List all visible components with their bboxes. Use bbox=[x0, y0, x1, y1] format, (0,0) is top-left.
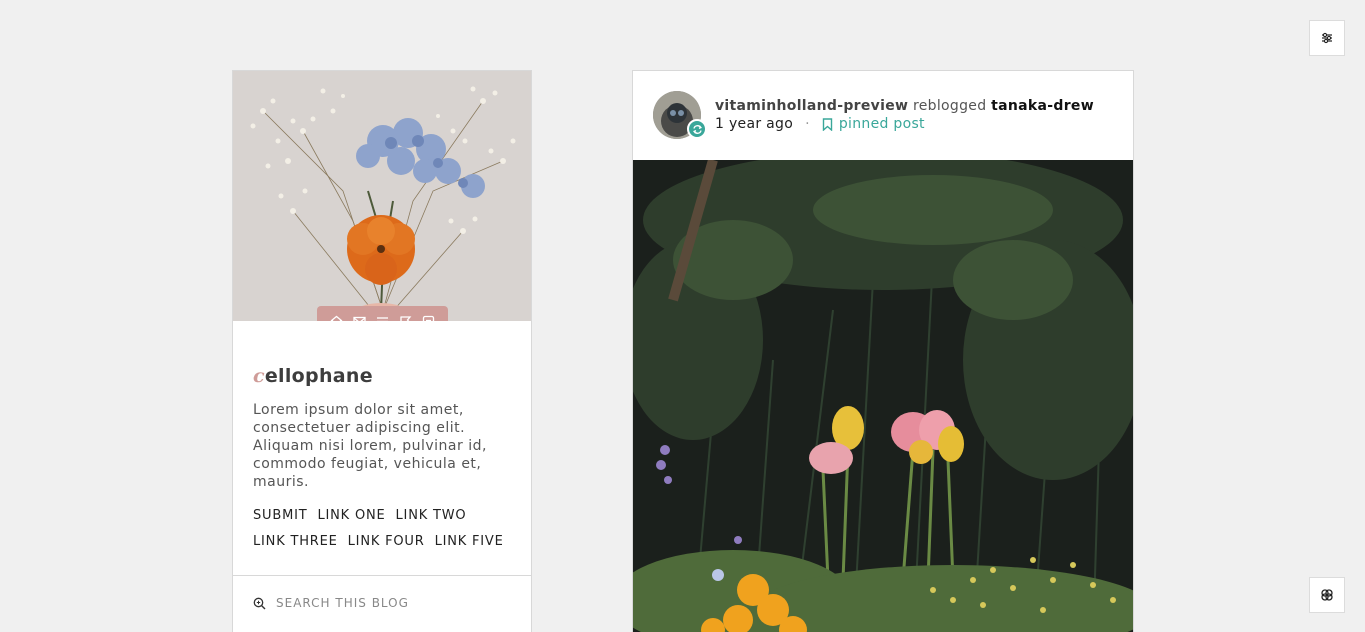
link-two[interactable]: LINK TWO bbox=[396, 507, 467, 525]
theme-credit-icon bbox=[1321, 589, 1333, 601]
search-icon bbox=[253, 597, 266, 609]
menu-icon[interactable] bbox=[375, 313, 391, 321]
home-icon[interactable] bbox=[329, 313, 345, 321]
flower-vase-image bbox=[233, 71, 531, 321]
reblog-action: reblogged bbox=[913, 98, 987, 114]
tag-icon[interactable] bbox=[398, 313, 414, 321]
search-bar bbox=[253, 591, 513, 615]
archive-icon[interactable] bbox=[421, 313, 437, 321]
original-poster-link[interactable]: tanaka-drew bbox=[991, 98, 1094, 114]
sidebar-divider bbox=[233, 575, 531, 576]
search-input[interactable] bbox=[276, 596, 496, 610]
link-submit[interactable]: SUBMIT bbox=[253, 507, 307, 525]
reblog-icon bbox=[692, 124, 702, 134]
post-info-line: 1 year ago · pinned post bbox=[715, 116, 1094, 132]
post: vitaminholland-preview reblogged tanaka-… bbox=[632, 70, 1134, 632]
link-five[interactable]: LINK FIVE bbox=[435, 533, 504, 551]
post-photo[interactable] bbox=[633, 160, 1133, 632]
separator-dot: · bbox=[805, 116, 810, 132]
sidebar-links: SUBMIT LINK ONE LINK TWO LINK THREE LINK… bbox=[253, 507, 511, 551]
sidebar: cellophane Lorem ipsum dolor sit amet, c… bbox=[232, 70, 532, 632]
post-timestamp[interactable]: 1 year ago bbox=[715, 116, 793, 132]
post-header: vitaminholland-preview reblogged tanaka-… bbox=[633, 71, 1133, 160]
post-meta: vitaminholland-preview reblogged tanaka-… bbox=[715, 98, 1094, 132]
header-image bbox=[233, 71, 531, 321]
pinned-label: pinned post bbox=[838, 116, 925, 132]
link-one[interactable]: LINK ONE bbox=[317, 507, 385, 525]
blog-title: cellophane bbox=[253, 365, 511, 387]
customize-button[interactable] bbox=[1309, 20, 1345, 56]
reblog-line: vitaminholland-preview reblogged tanaka-… bbox=[715, 98, 1094, 114]
sidebar-icon-bar bbox=[317, 306, 448, 321]
mail-icon[interactable] bbox=[352, 313, 368, 321]
theme-credit-button[interactable] bbox=[1309, 577, 1345, 613]
blog-title-rest: ellophane bbox=[264, 365, 373, 387]
link-three[interactable]: LINK THREE bbox=[253, 533, 338, 551]
sliders-icon bbox=[1322, 32, 1332, 44]
reblog-badge bbox=[687, 119, 707, 139]
link-four[interactable]: LINK FOUR bbox=[348, 533, 425, 551]
pinned-post-link[interactable]: pinned post bbox=[822, 116, 925, 132]
blog-title-initial: c bbox=[253, 365, 265, 387]
username-link[interactable]: vitaminholland-preview bbox=[715, 98, 908, 114]
tulip-garden-image bbox=[633, 160, 1133, 632]
bookmark-icon bbox=[822, 117, 833, 131]
blog-description: Lorem ipsum dolor sit amet, consectetuer… bbox=[253, 402, 487, 490]
